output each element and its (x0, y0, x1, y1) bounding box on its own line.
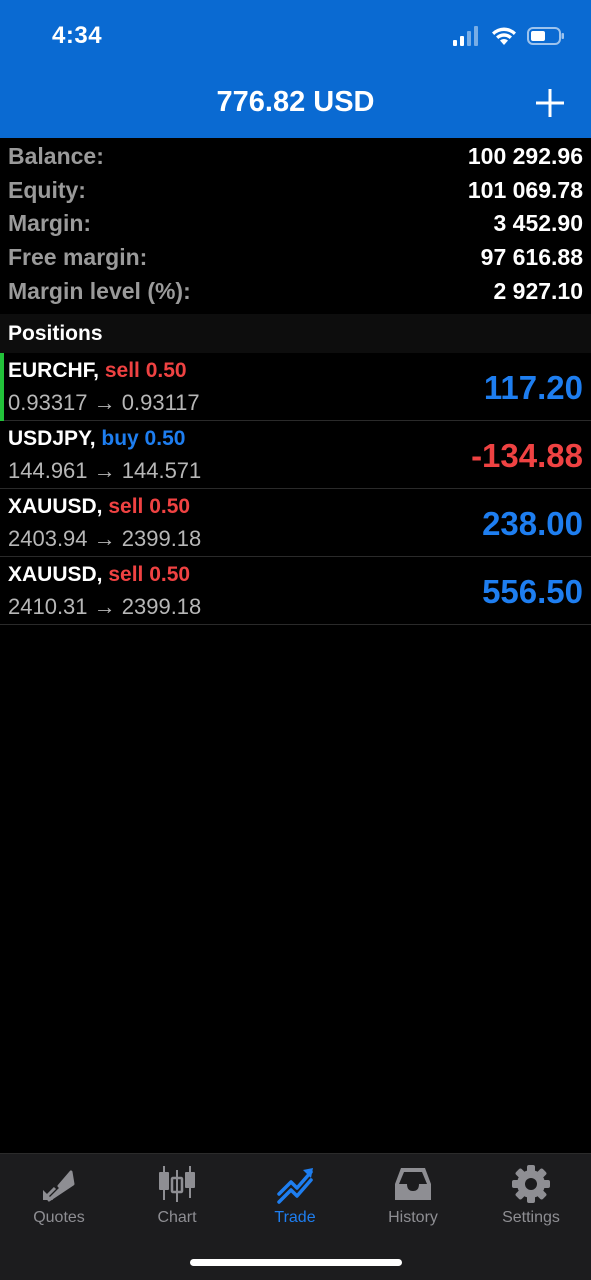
trade-trend-icon (277, 1168, 313, 1204)
summary-row-margin-level: Margin level (%): 2 927.10 (0, 274, 591, 308)
position-prices: 0.93317 → 0.93117 (8, 390, 200, 415)
position-profit: 117.20 (483, 369, 583, 406)
tab-chart[interactable]: Chart (118, 1154, 236, 1244)
position-title: XAUUSD, sell 0.50 (8, 495, 190, 519)
summary-value: 100 292.96 (467, 143, 583, 170)
tab-label: Settings (502, 1209, 560, 1226)
candlestick-icon (159, 1166, 195, 1202)
home-indicator[interactable] (190, 1259, 402, 1266)
quotes-arrows-icon (43, 1170, 75, 1202)
summary-label: Free margin: (8, 244, 148, 271)
summary-row-margin: Margin: 3 452.90 (0, 207, 591, 241)
position-prices: 2403.94 → 2399.18 (8, 526, 202, 551)
position-row[interactable]: XAUUSD, sell 0.50 2410.31 → 2399.18 556.… (0, 557, 591, 625)
position-side: buy 0.50 (101, 427, 186, 450)
position-symbol: EURCHF, (8, 359, 100, 382)
position-symbol: USDJPY, (8, 427, 96, 450)
app-header: 4:34 776.82 USD (0, 0, 591, 138)
summary-value: 3 452.90 (493, 210, 583, 237)
position-profit: 238.00 (482, 505, 583, 542)
inbox-tray-icon (395, 1168, 431, 1200)
tab-label: History (388, 1209, 438, 1226)
position-symbol: XAUUSD, (8, 495, 103, 518)
position-title: USDJPY, buy 0.50 (8, 427, 185, 451)
summary-value: 2 927.10 (493, 277, 583, 304)
position-prices: 2410.31 → 2399.18 (8, 594, 202, 619)
position-profit: -134.88 (471, 437, 583, 474)
position-symbol: XAUUSD, (8, 563, 103, 586)
wifi-icon (492, 27, 516, 45)
position-row[interactable]: USDJPY, buy 0.50 144.961 → 144.571 -134.… (0, 421, 591, 489)
tab-label: Quotes (33, 1209, 85, 1226)
summary-label: Margin: (8, 210, 92, 237)
summary-value: 101 069.78 (467, 176, 583, 203)
cellular-signal-icon (453, 26, 478, 46)
battery-icon (527, 27, 564, 45)
position-profit: 556.50 (482, 573, 583, 610)
summary-row-free-margin: Free margin: 97 616.88 (0, 241, 591, 275)
status-time: 4:34 (52, 22, 103, 49)
position-row[interactable]: EURCHF, sell 0.50 0.93317 → 0.93117 117.… (0, 353, 591, 421)
summary-label: Margin level (%): (8, 277, 191, 304)
position-title: XAUUSD, sell 0.50 (8, 563, 190, 587)
position-side: sell 0.50 (108, 495, 191, 518)
gear-icon (512, 1165, 550, 1203)
account-profit-title: 776.82 USD (216, 86, 375, 118)
tab-label: Trade (274, 1209, 316, 1226)
selection-indicator (0, 353, 4, 421)
summary-value: 97 616.88 (480, 244, 583, 271)
position-side: sell 0.50 (108, 563, 191, 586)
tab-trade[interactable]: Trade (236, 1154, 354, 1244)
position-prices: 144.961 → 144.571 (8, 458, 202, 483)
position-title: EURCHF, sell 0.50 (8, 359, 187, 383)
tab-label: Chart (157, 1209, 197, 1226)
summary-label: Balance: (8, 143, 104, 170)
summary-row-balance: Balance: 100 292.96 (0, 140, 591, 174)
tab-history[interactable]: History (354, 1154, 472, 1244)
summary-label: Equity: (8, 176, 86, 203)
tab-settings[interactable]: Settings (472, 1154, 590, 1244)
status-icons (453, 26, 565, 46)
add-order-button[interactable] (535, 88, 565, 118)
tab-quotes[interactable]: Quotes (0, 1154, 118, 1244)
position-row[interactable]: XAUUSD, sell 0.50 2403.94 → 2399.18 238.… (0, 489, 591, 557)
positions-list: EURCHF, sell 0.50 0.93317 → 0.93117 117.… (0, 353, 591, 625)
position-side: sell 0.50 (104, 359, 187, 382)
positions-header: Positions (0, 314, 591, 353)
summary-row-equity: Equity: 101 069.78 (0, 174, 591, 208)
account-summary: Balance: 100 292.96 Equity: 101 069.78 M… (0, 140, 591, 308)
